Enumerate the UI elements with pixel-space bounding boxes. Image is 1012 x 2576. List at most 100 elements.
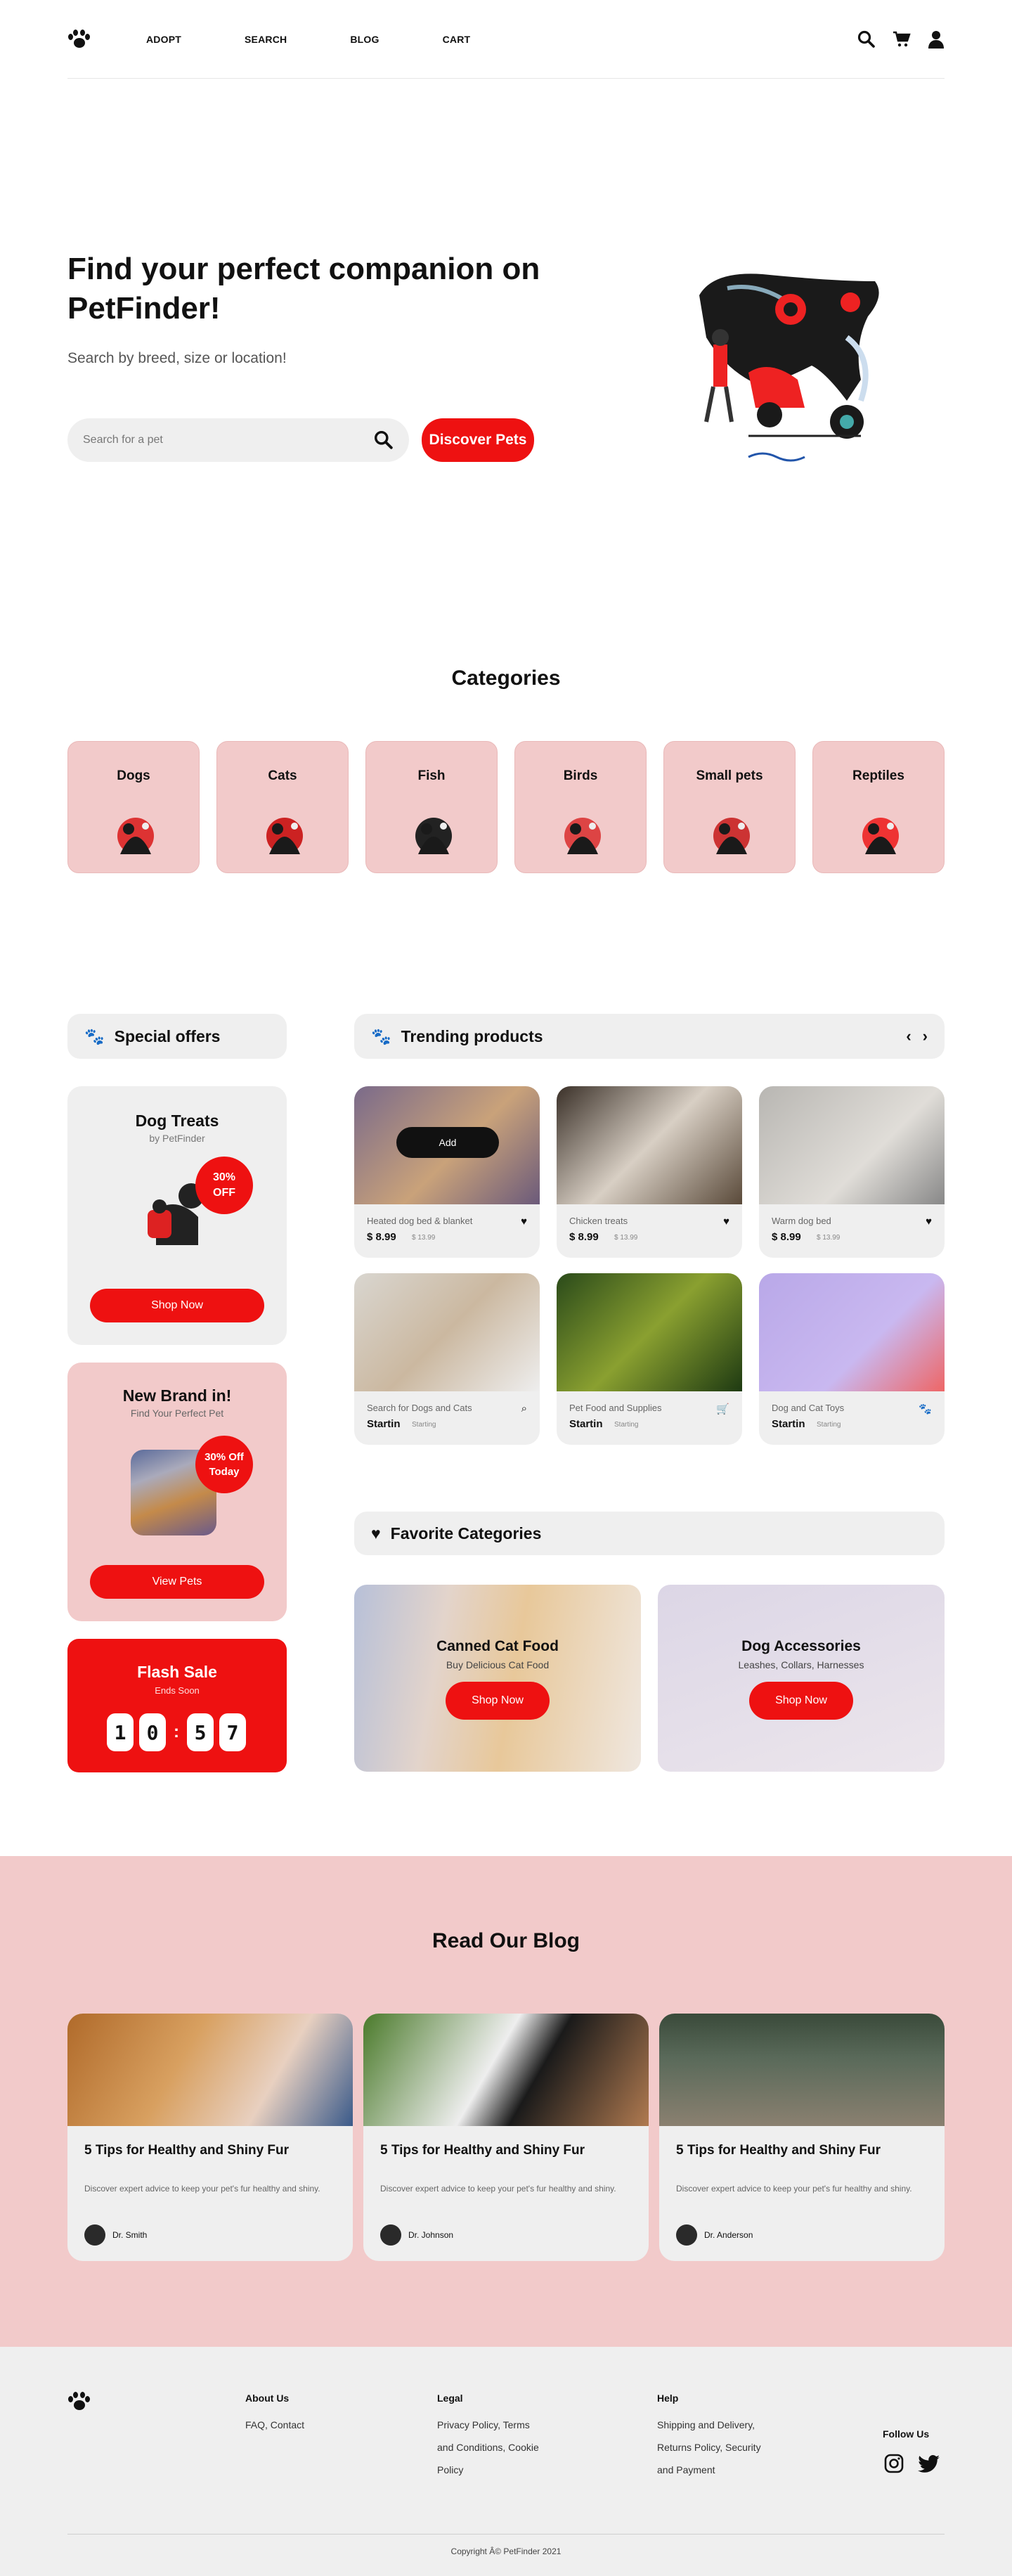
- nav-cart[interactable]: CART: [443, 34, 471, 45]
- footer-help: Help Shipping and Delivery, Returns Poli…: [657, 2393, 761, 2481]
- user-icon[interactable]: [928, 30, 945, 49]
- favorite-card-cat-food[interactable]: Canned Cat Food Buy Delicious Cat Food S…: [354, 1585, 641, 1772]
- product-image: [759, 1273, 945, 1391]
- category-illustration: [862, 818, 899, 854]
- blog-image: [67, 2014, 353, 2126]
- nav-blog[interactable]: BLOG: [350, 34, 379, 45]
- special-offers-title: Special offers: [114, 1026, 221, 1045]
- product-card[interactable]: Chicken treats $ 8.99 $ 13.99 ♥: [557, 1086, 742, 1258]
- nav-search[interactable]: SEARCH: [245, 34, 287, 45]
- footer-heading: Help: [657, 2393, 679, 2404]
- shop-now-button[interactable]: Shop Now: [446, 1682, 550, 1720]
- footer-legal: Legal Privacy Policy, Terms and Conditio…: [437, 2393, 539, 2481]
- heart-icon[interactable]: ♥: [521, 1216, 527, 1228]
- category-illustration: [266, 818, 303, 854]
- timer-separator: :: [174, 1722, 179, 1741]
- copyright-text: Copyright Â© PetFinder 2021: [450, 2546, 562, 2556]
- blog-post-description: Discover expert advice to keep your pet'…: [84, 2184, 320, 2194]
- footer-link[interactable]: Shipping and Delivery,: [657, 2414, 761, 2436]
- view-pets-button[interactable]: View Pets: [90, 1565, 264, 1599]
- footer-link[interactable]: FAQ, Contact: [245, 2414, 304, 2436]
- special-offers-header: 🐾 Special offers: [67, 1014, 287, 1059]
- blog-post-description: Discover expert advice to keep your pet'…: [380, 2184, 616, 2194]
- categories-title: Categories: [451, 666, 561, 690]
- blog-post-title[interactable]: 5 Tips for Healthy and Shiny Fur: [380, 2143, 585, 2158]
- favorite-card-dog-accessories[interactable]: Dog Accessories Leashes, Collars, Harnes…: [658, 1585, 945, 1772]
- category-card-small-pets[interactable]: Small pets: [663, 741, 796, 873]
- product-card[interactable]: Warm dog bed $ 8.99 $ 13.99 ♥: [759, 1086, 945, 1258]
- favorites-header: ♥ Favorite Categories: [354, 1512, 945, 1555]
- flash-sale-subtitle: Ends Soon: [155, 1685, 200, 1696]
- category-card-reptiles[interactable]: Reptiles: [812, 741, 945, 873]
- blog-card[interactable]: 5 Tips for Healthy and Shiny Fur Discover…: [363, 2014, 649, 2261]
- product-old-price: Starting: [817, 1421, 841, 1429]
- blog-author: Dr. Smith: [84, 2224, 147, 2246]
- blog-post-title[interactable]: 5 Tips for Healthy and Shiny Fur: [84, 2143, 289, 2158]
- blog-card[interactable]: 5 Tips for Healthy and Shiny Fur Discover…: [659, 2014, 945, 2261]
- timer-digit: 0: [139, 1713, 166, 1751]
- chevron-right-icon[interactable]: ›: [923, 1027, 928, 1045]
- category-illustration: [415, 818, 452, 854]
- blog-card[interactable]: 5 Tips for Healthy and Shiny Fur Discover…: [67, 2014, 353, 2261]
- blog-author: Dr. Johnson: [380, 2224, 453, 2246]
- product-old-price: $ 13.99: [614, 1234, 638, 1242]
- product-old-price: $ 13.99: [817, 1234, 841, 1242]
- category-card-fish[interactable]: Fish: [365, 741, 498, 873]
- flash-sale-title: Flash Sale: [137, 1663, 217, 1681]
- favorite-title: Canned Cat Food: [436, 1638, 559, 1654]
- product-card[interactable]: Dog and Cat Toys Startin Starting 🐾: [759, 1273, 945, 1445]
- hero-title: Find your perfect companion on PetFinder…: [67, 252, 540, 326]
- hero-search-input[interactable]: Search for a pet: [67, 418, 409, 462]
- footer-link[interactable]: and Conditions, Cookie: [437, 2436, 539, 2459]
- product-image: [557, 1086, 742, 1204]
- discount-badge: 30% Off Today: [195, 1436, 253, 1493]
- product-price: Startin: [569, 1418, 603, 1430]
- favorite-title: Dog Accessories: [741, 1638, 861, 1654]
- paw-logo-icon[interactable]: [67, 2392, 90, 2411]
- product-old-price: $ 13.99: [412, 1234, 436, 1242]
- discover-pets-button[interactable]: Discover Pets: [422, 418, 534, 462]
- blog-post-title[interactable]: 5 Tips for Healthy and Shiny Fur: [676, 2143, 881, 2158]
- paw-icon[interactable]: 🐾: [919, 1403, 932, 1415]
- timer-digit: 7: [219, 1713, 246, 1751]
- cart-icon[interactable]: [893, 31, 911, 48]
- trending-header: 🐾 Trending products ‹ ›: [354, 1014, 945, 1059]
- footer-divider: [67, 2534, 945, 2535]
- twitter-icon[interactable]: [918, 2455, 940, 2473]
- search-icon[interactable]: ⌕: [521, 1403, 527, 1415]
- nav-adopt[interactable]: ADOPT: [146, 34, 181, 45]
- product-image: [354, 1273, 540, 1391]
- product-image: [759, 1086, 945, 1204]
- category-card-dogs[interactable]: Dogs: [67, 741, 200, 873]
- footer-link[interactable]: Policy: [437, 2459, 539, 2481]
- footer-link[interactable]: Returns Policy, Security: [657, 2436, 761, 2459]
- category-card-birds[interactable]: Birds: [514, 741, 647, 873]
- timer-digit: 1: [107, 1713, 134, 1751]
- product-card[interactable]: Add Heated dog bed & blanket $ 8.99 $ 13.99…: [354, 1086, 540, 1258]
- product-price: Startin: [367, 1418, 401, 1430]
- add-button[interactable]: Add: [396, 1127, 499, 1158]
- heart-icon[interactable]: ♥: [926, 1216, 932, 1228]
- paw-logo-icon[interactable]: [67, 29, 90, 49]
- category-label: Cats: [268, 768, 297, 783]
- cart-icon[interactable]: 🛒: [716, 1403, 729, 1415]
- footer-link[interactable]: Privacy Policy, Terms: [437, 2414, 539, 2436]
- shop-now-button[interactable]: Shop Now: [749, 1682, 853, 1720]
- search-icon[interactable]: [857, 30, 876, 49]
- product-card[interactable]: Pet Food and Supplies Startin Starting 🛒: [557, 1273, 742, 1445]
- favorite-subtitle: Leashes, Collars, Harnesses: [738, 1659, 864, 1670]
- author-name: Dr. Smith: [112, 2230, 148, 2240]
- category-card-cats[interactable]: Cats: [216, 741, 349, 873]
- product-card[interactable]: Search for Dogs and Cats Startin Starting ⌕: [354, 1273, 540, 1445]
- shop-now-button[interactable]: Shop Now: [90, 1289, 264, 1322]
- footer-heading: Legal: [437, 2393, 463, 2404]
- search-icon[interactable]: [374, 430, 394, 450]
- chevron-left-icon[interactable]: ‹: [906, 1027, 911, 1045]
- category-illustration: [117, 818, 154, 854]
- footer-link[interactable]: and Payment: [657, 2459, 761, 2481]
- avatar: [380, 2224, 401, 2246]
- trending-title: Trending products: [401, 1026, 543, 1045]
- heart-icon[interactable]: ♥: [723, 1216, 729, 1228]
- hero-illustration: [699, 273, 879, 462]
- instagram-icon[interactable]: [884, 2454, 904, 2473]
